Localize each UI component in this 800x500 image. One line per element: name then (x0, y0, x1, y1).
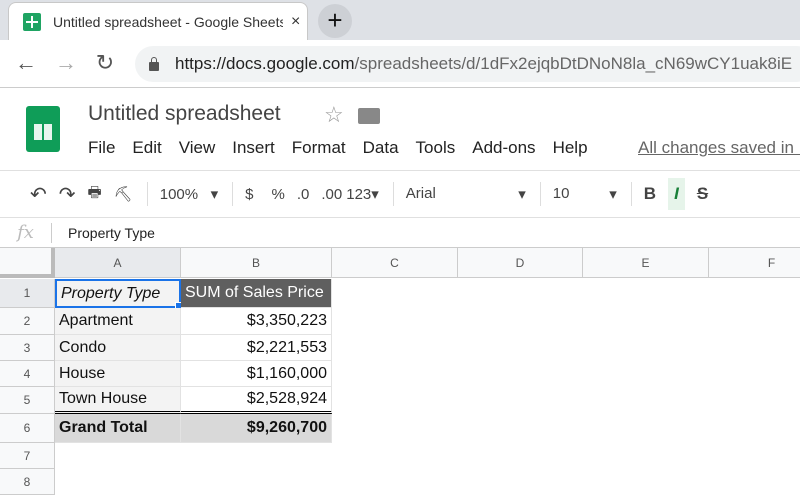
menu-help[interactable]: Help (553, 138, 588, 158)
formula-bar: fx Property Type (0, 218, 800, 248)
cell-b1[interactable]: SUM of Sales Price (181, 279, 332, 308)
bold-button[interactable]: B (644, 184, 656, 204)
cell-a2[interactable]: Apartment (55, 308, 181, 335)
zoom-select[interactable]: 100% ▾ (160, 185, 218, 203)
save-status-link[interactable]: All changes saved in Drive (638, 138, 800, 158)
cell-b6[interactable]: $9,260,700 (181, 414, 332, 443)
cell-b3[interactable]: $2,221,553 (181, 335, 332, 361)
url-path: /spreadsheets/d/1dFx2ejqbDtDNoN8la_cN69w… (354, 54, 793, 73)
undo-icon[interactable]: ↶ (30, 182, 47, 207)
chevron-down-icon: ▾ (518, 186, 526, 203)
address-bar-row: ← → ↻ https://docs.google.com/spreadshee… (0, 40, 800, 88)
cell-a1[interactable]: Property Type (55, 279, 181, 308)
row-header-2[interactable]: 2 (0, 308, 55, 335)
document-title[interactable]: Untitled spreadsheet (88, 102, 281, 126)
paint-format-icon[interactable]: ⛏ (114, 185, 133, 203)
new-tab-button[interactable]: + (318, 4, 352, 38)
reload-icon[interactable]: ↻ (91, 50, 119, 76)
row-header-5[interactable]: 5 (0, 387, 55, 414)
formula-input[interactable]: Property Type (52, 225, 155, 241)
font-size-select[interactable]: 10 ▾ (553, 185, 617, 203)
cell-a6[interactable]: Grand Total (55, 414, 181, 443)
chevron-down-icon: ▾ (210, 186, 219, 203)
cell-a3[interactable]: Condo (55, 335, 181, 361)
cell-b2[interactable]: $3,350,223 (181, 308, 332, 335)
redo-icon[interactable]: ↷ (59, 182, 76, 207)
italic-button[interactable]: I (668, 178, 685, 210)
divider (630, 182, 632, 206)
sheets-logo-icon[interactable] (26, 106, 60, 152)
column-header-b[interactable]: B (181, 248, 332, 278)
row-header-4[interactable]: 4 (0, 361, 55, 387)
font-value: Arial (405, 185, 436, 202)
column-header-d[interactable]: D (458, 248, 583, 278)
menu-addons[interactable]: Add-ons (472, 138, 535, 158)
tab-bar: Untitled spreadsheet - Google Sheets × + (0, 0, 800, 40)
divider (232, 182, 234, 206)
fx-icon: fx (0, 222, 52, 243)
format-label: 123 (346, 186, 372, 203)
chevron-down-icon: ▾ (609, 186, 617, 203)
menu-bar: File Edit View Insert Format Data Tools … (88, 138, 605, 158)
select-all-corner[interactable] (0, 248, 55, 278)
column-header-e[interactable]: E (583, 248, 709, 278)
menu-data[interactable]: Data (363, 138, 399, 158)
menu-tools[interactable]: Tools (416, 138, 456, 158)
font-select[interactable]: Arial ▾ (406, 185, 526, 203)
row-header-1[interactable]: 1 (0, 279, 55, 308)
zoom-value: 100% (159, 186, 199, 203)
row-header-6[interactable]: 6 (0, 414, 55, 443)
chevron-down-icon: ▾ (371, 186, 379, 203)
row-header-8[interactable]: 8 (0, 469, 55, 495)
column-header-c[interactable]: C (332, 248, 458, 278)
close-tab-icon[interactable]: × (291, 13, 300, 31)
divider (146, 182, 148, 206)
divider (539, 182, 541, 206)
tab-title: Untitled spreadsheet - Google Sheets (53, 13, 283, 30)
menu-format[interactable]: Format (292, 138, 346, 158)
url-host: https://docs.google.com (175, 54, 355, 73)
cell-b4[interactable]: $1,160,000 (181, 361, 332, 387)
star-icon[interactable]: ☆ (324, 102, 344, 128)
toolbar: ↶ ↷ 🖶 ⛏ 100% ▾ $ % .0 .00 123▾ Arial ▾ 10… (0, 170, 800, 218)
font-size-value: 10 (552, 185, 570, 202)
row-header-3[interactable]: 3 (0, 335, 55, 361)
back-icon[interactable]: ← (12, 50, 40, 76)
column-header-a[interactable]: A (55, 248, 181, 278)
lock-icon (149, 56, 159, 71)
menu-file[interactable]: File (88, 138, 115, 158)
forward-icon[interactable]: → (52, 50, 80, 76)
print-icon[interactable]: 🖶 (88, 182, 102, 207)
strikethrough-button[interactable]: S (697, 184, 708, 204)
decrease-decimal-button[interactable]: .0 (297, 186, 310, 203)
url-input[interactable]: https://docs.google.com/spreadsheets/d/1… (135, 46, 800, 82)
cell-a5[interactable]: Town House (55, 387, 181, 414)
row-header-7[interactable]: 7 (0, 443, 55, 469)
menu-insert[interactable]: Insert (232, 138, 275, 158)
increase-decimal-button[interactable]: .00 (321, 186, 342, 203)
currency-button[interactable]: $ (245, 186, 253, 203)
more-formats-select[interactable]: 123▾ (346, 185, 379, 203)
cell-b5[interactable]: $2,528,924 (181, 387, 332, 414)
sheets-favicon-icon (23, 12, 41, 31)
menu-view[interactable]: View (179, 138, 216, 158)
menu-edit[interactable]: Edit (132, 138, 161, 158)
percent-button[interactable]: % (272, 186, 285, 203)
browser-tab[interactable]: Untitled spreadsheet - Google Sheets × (8, 2, 308, 40)
divider (392, 182, 394, 206)
column-header-f[interactable]: F (709, 248, 800, 278)
cell-a4[interactable]: House (55, 361, 181, 387)
folder-icon[interactable] (358, 108, 380, 124)
